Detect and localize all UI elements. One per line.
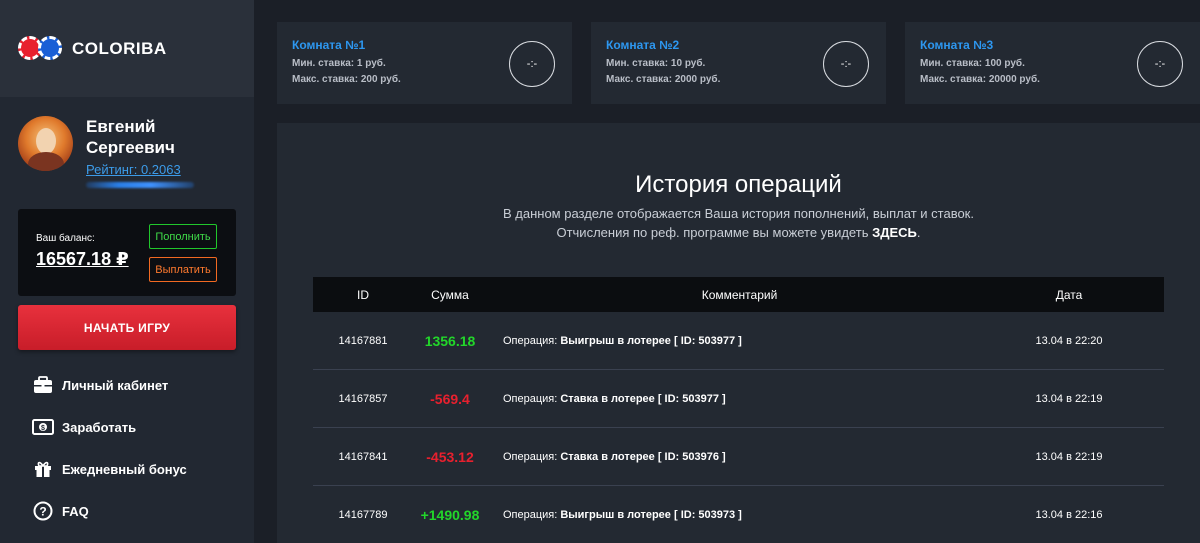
room-max-bet: Макс. ставка: 2000 руб. bbox=[606, 74, 721, 85]
sidebar: COLORIBA Евгений Сергеевич Рейтинг: 0.20… bbox=[0, 0, 254, 543]
user-rating-link[interactable]: Рейтинг: 0.2063 bbox=[86, 162, 181, 177]
table-row: 14167857 -569.4 Операция: Ставка в лотере… bbox=[313, 370, 1164, 428]
row-date: 13.04 в 22:16 bbox=[1035, 509, 1103, 521]
room-title: Комната №3 bbox=[920, 38, 994, 52]
row-sum: -453.12 bbox=[426, 449, 474, 465]
start-game-button[interactable]: НАЧАТЬ ИГРУ bbox=[18, 305, 236, 350]
row-comment: Операция: Выигрыш в лотерее [ ID: 503973 … bbox=[503, 486, 1023, 543]
user-name: Евгений Сергеевич bbox=[86, 116, 236, 158]
room-title: Комната №1 bbox=[292, 38, 366, 52]
room-min-bet: Мин. ставка: 100 руб. bbox=[920, 58, 1025, 69]
room-timer: -:- bbox=[1137, 41, 1183, 87]
referral-note-end: . bbox=[916, 225, 921, 240]
row-comment-detail: Выигрыш в лотерее [ ID: 503973 ] bbox=[560, 509, 742, 521]
gift-icon bbox=[32, 459, 54, 479]
room-timer: -:- bbox=[823, 41, 869, 87]
sidebar-item-label: Личный кабинет bbox=[62, 377, 169, 393]
question-icon: ? bbox=[32, 501, 54, 521]
sidebar-item-daily-bonus[interactable]: Ежедневный бонус bbox=[32, 458, 242, 480]
history-referral-note: Отчисления по реф. программе вы можете у… bbox=[277, 225, 1200, 240]
row-comment-detail: Ставка в лотерее [ ID: 503976 ] bbox=[560, 451, 726, 463]
page-title: История операций bbox=[635, 171, 842, 198]
room-min-bet: Мин. ставка: 10 руб. bbox=[606, 58, 706, 69]
sidebar-item-label: Ежедневный бонус bbox=[62, 461, 187, 477]
column-header-sum: Сумма bbox=[431, 287, 469, 302]
table-row: 14167881 1356.18 Операция: Выигрыш в лоте… bbox=[313, 312, 1164, 370]
row-comment-prefix: Операция: bbox=[503, 509, 558, 521]
row-date: 13.04 в 22:19 bbox=[1035, 393, 1103, 405]
row-date: 13.04 в 22:20 bbox=[1035, 335, 1103, 347]
sidebar-item-faq[interactable]: ? FAQ bbox=[32, 500, 242, 522]
balance-value[interactable]: 16567.18 ₽ bbox=[36, 249, 129, 270]
row-id: 14167841 bbox=[338, 451, 388, 463]
history-panel: История операций В данном разделе отобра… bbox=[277, 123, 1200, 543]
brand-logo-text[interactable]: COLORIBA bbox=[72, 39, 167, 59]
row-comment-prefix: Операция: bbox=[503, 451, 558, 463]
room-title: Комната №2 bbox=[606, 38, 680, 52]
withdraw-button[interactable]: Выплатить bbox=[149, 257, 217, 282]
sidebar-item-label: Заработать bbox=[62, 419, 137, 435]
deposit-button[interactable]: Пополнить bbox=[149, 224, 217, 249]
avatar-body bbox=[28, 152, 64, 171]
row-id: 14167881 bbox=[338, 335, 388, 347]
user-last-name: Сергеевич bbox=[86, 138, 175, 157]
referral-here-link[interactable]: ЗДЕСЬ bbox=[872, 225, 917, 240]
balance-label: Ваш баланс: bbox=[36, 233, 95, 244]
briefcase-icon bbox=[32, 375, 54, 395]
room-card-3[interactable]: Комната №3 Мин. ставка: 100 руб. Макс. с… bbox=[905, 22, 1200, 104]
row-comment: Операция: Ставка в лотерее [ ID: 503976 ] bbox=[503, 428, 1023, 486]
room-card-2[interactable]: Комната №2 Мин. ставка: 10 руб. Макс. ст… bbox=[591, 22, 886, 104]
avatar[interactable] bbox=[18, 116, 73, 171]
row-id: 14167857 bbox=[338, 393, 388, 405]
money-icon: $ bbox=[32, 417, 54, 437]
room-max-bet: Макс. ставка: 20000 руб. bbox=[920, 74, 1040, 85]
row-sum: -569.4 bbox=[430, 391, 470, 407]
sidebar-item-earn[interactable]: $ Заработать bbox=[32, 416, 242, 438]
logo-bar: COLORIBA bbox=[0, 0, 254, 97]
svg-text:$: $ bbox=[41, 425, 45, 432]
row-id: 14167789 bbox=[338, 509, 388, 521]
row-comment-detail: Ставка в лотерее [ ID: 503977 ] bbox=[560, 393, 726, 405]
column-header-comment: Комментарий bbox=[701, 287, 778, 302]
sidebar-item-cabinet[interactable]: Личный кабинет bbox=[32, 374, 242, 396]
row-comment-prefix: Операция: bbox=[503, 335, 558, 347]
room-min-bet: Мин. ставка: 1 руб. bbox=[292, 58, 386, 69]
room-card-1[interactable]: Комната №1 Мин. ставка: 1 руб. Макс. ста… bbox=[277, 22, 572, 104]
room-timer: -:- bbox=[509, 41, 555, 87]
table-row: 14167789 +1490.98 Операция: Выигрыш в лот… bbox=[313, 486, 1164, 543]
row-sum: +1490.98 bbox=[420, 507, 480, 523]
blue-chip-icon bbox=[38, 36, 62, 60]
row-comment: Операция: Ставка в лотерее [ ID: 503977 ] bbox=[503, 370, 1023, 428]
svg-text:?: ? bbox=[39, 505, 46, 519]
user-first-name: Евгений bbox=[86, 117, 156, 136]
room-max-bet: Макс. ставка: 200 руб. bbox=[292, 74, 401, 85]
table-header: ID Сумма Комментарий Дата bbox=[313, 277, 1164, 312]
balance-box: Ваш баланс: 16567.18 ₽ Пополнить Выплати… bbox=[18, 209, 236, 296]
row-comment-prefix: Операция: bbox=[503, 393, 558, 405]
history-description: В данном разделе отображается Ваша истор… bbox=[503, 206, 974, 221]
row-sum: 1356.18 bbox=[424, 333, 476, 349]
avatar-face bbox=[36, 128, 56, 154]
column-header-date: Дата bbox=[1055, 287, 1083, 302]
table-row: 14167841 -453.12 Операция: Ставка в лотер… bbox=[313, 428, 1164, 486]
sidebar-item-label: FAQ bbox=[62, 503, 89, 519]
row-comment-detail: Выигрыш в лотерее [ ID: 503977 ] bbox=[560, 335, 742, 347]
row-comment: Операция: Выигрыш в лотерее [ ID: 503977 … bbox=[503, 312, 1023, 370]
redacted-line bbox=[86, 182, 194, 188]
user-profile: Евгений Сергеевич Рейтинг: 0.2063 bbox=[18, 112, 248, 202]
column-header-id: ID bbox=[357, 287, 369, 302]
row-date: 13.04 в 22:19 bbox=[1035, 451, 1103, 463]
logo-chips-icon[interactable] bbox=[18, 36, 64, 60]
referral-note-text: Отчисления по реф. программе вы можете у… bbox=[556, 225, 873, 240]
